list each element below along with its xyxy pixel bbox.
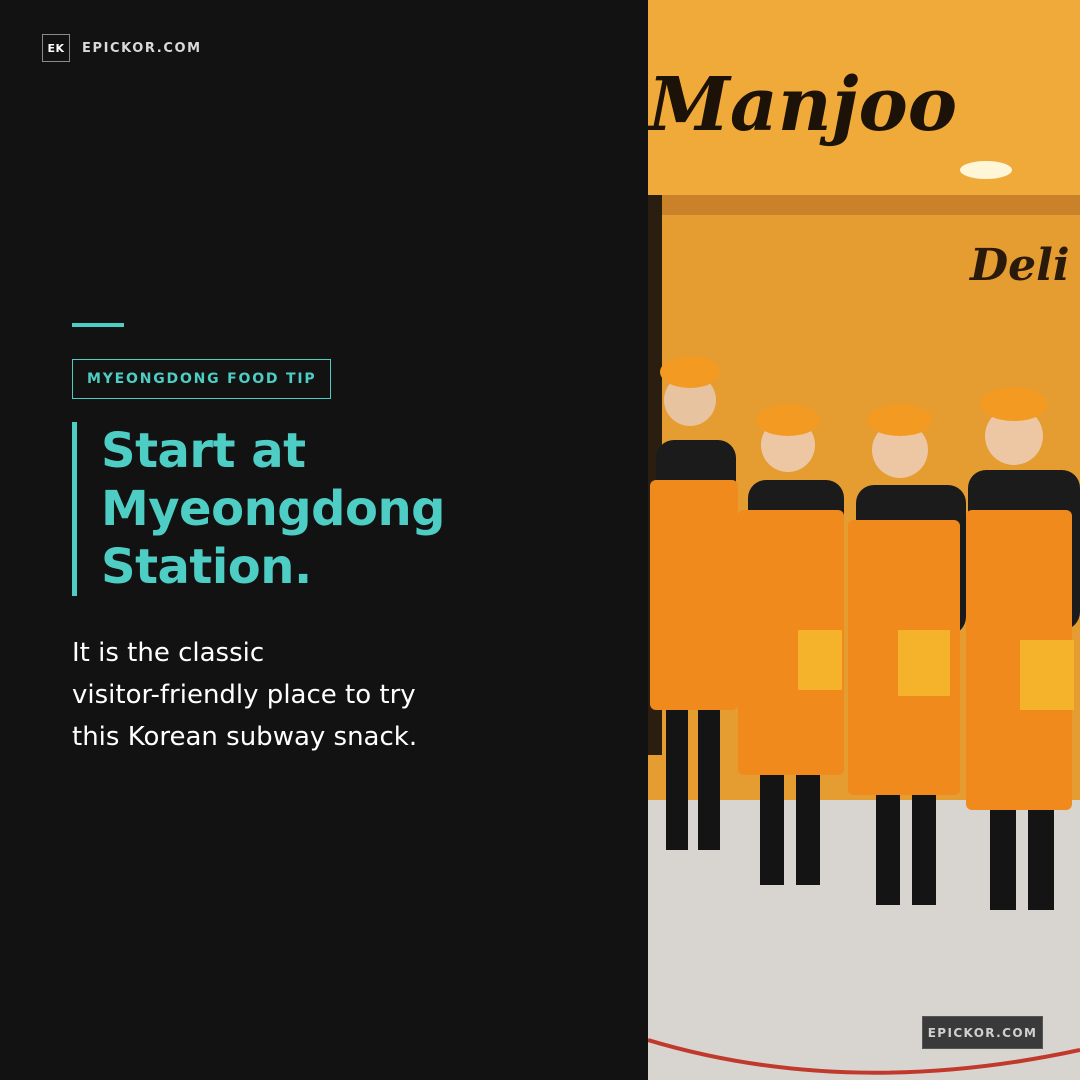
brand-header[interactable]: EK EPICKOR.COM xyxy=(42,34,202,62)
category-tag: MYEONGDONG FOOD TIP xyxy=(72,359,332,399)
headline-line: Myeongdong xyxy=(101,481,445,537)
body-line: this Korean subway snack. xyxy=(72,722,418,752)
text-panel: EK EPICKOR.COM MYEONGDONG FOOD TIP Start… xyxy=(0,0,648,1080)
body-line: visitor-friendly place to try xyxy=(72,680,416,710)
watermark-badge: EPICKOR.COM xyxy=(922,1016,1043,1049)
accent-divider xyxy=(72,323,124,327)
page-title: Start at Myeongdong Station. xyxy=(101,422,492,596)
sign-lettering: Manjoo xyxy=(648,62,957,148)
body-description: It is the classic visitor-friendly place… xyxy=(72,632,492,758)
shop-photo: Manjoo Deli xyxy=(648,0,1080,1080)
brand-logo: EK xyxy=(42,34,70,62)
sub-sign-lettering: Deli xyxy=(968,240,1070,291)
headline-line: Station. xyxy=(101,539,312,595)
headline-line: Start at xyxy=(101,423,306,479)
body-line: It is the classic xyxy=(72,638,265,668)
brand-site-name: EPICKOR.COM xyxy=(82,40,202,56)
shop-photo-illustration: Manjoo Deli xyxy=(648,0,1080,1080)
headline-block: Start at Myeongdong Station. xyxy=(72,422,492,596)
